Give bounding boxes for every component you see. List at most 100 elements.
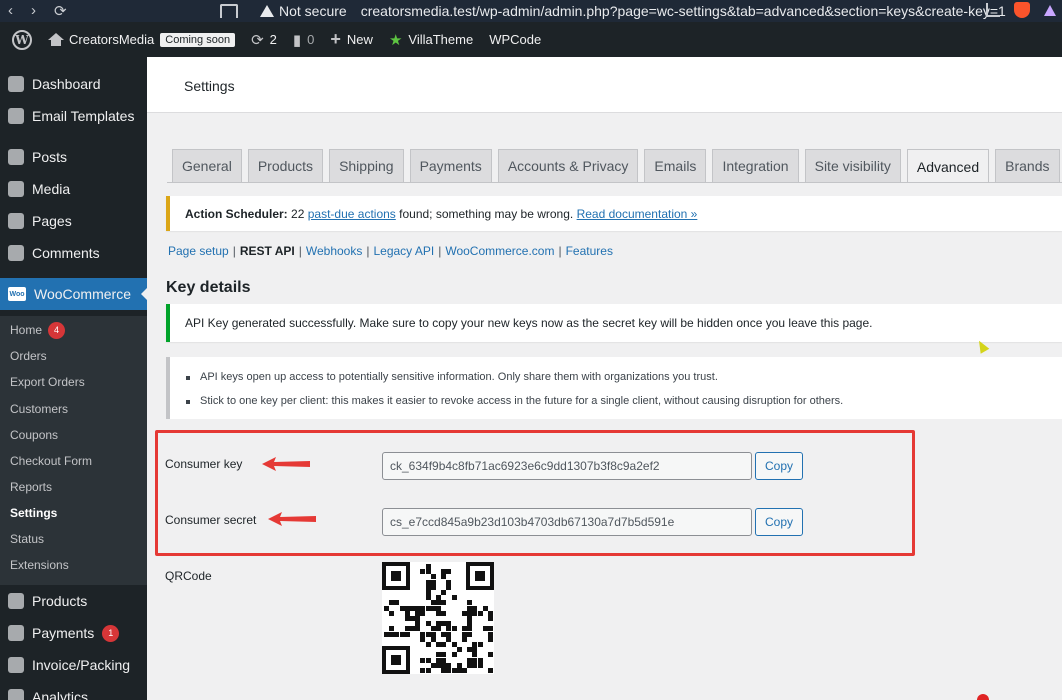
qr-module [488, 616, 493, 621]
sidebar-item-posts[interactable]: Posts [0, 141, 147, 173]
submenu-item-status[interactable]: Status [10, 526, 44, 552]
security-warning[interactable]: Not secure [260, 3, 347, 19]
share-icon[interactable] [986, 3, 1000, 17]
tab-products[interactable]: Products [247, 149, 324, 182]
new-content-menu[interactable]: + New [322, 22, 381, 57]
admin-sidebar: Dashboard Email Templates Posts Media Pa… [0, 57, 148, 700]
qr-module [425, 668, 431, 673]
qr-module [462, 636, 467, 642]
page-title: Settings [184, 78, 235, 94]
browser-nav: ‹ › ⟳ [0, 2, 90, 20]
arrow-annotation-icon [268, 512, 316, 526]
page-icon [8, 213, 24, 229]
dashboard-icon [8, 76, 24, 92]
subsection-page-setup[interactable]: Page setup [168, 244, 229, 258]
qr-finder [382, 562, 410, 590]
arrow-annotation-icon [262, 457, 310, 471]
qr-module [451, 595, 457, 601]
qr-finder [466, 562, 494, 590]
bookmark-icon[interactable] [220, 4, 238, 18]
tab-accounts-privacy[interactable]: Accounts & Privacy [497, 149, 639, 182]
record-indicator-icon [977, 694, 989, 700]
sidebar-item-woocommerce[interactable]: Woo WooCommerce [0, 278, 148, 310]
pin-icon [8, 149, 24, 165]
qr-module [456, 647, 462, 653]
subsection-rest-api[interactable]: REST API [240, 244, 295, 258]
settings-tabs: General Products Shipping Payments Accou… [172, 149, 1060, 183]
brave-shield-icon[interactable] [1014, 2, 1030, 18]
villatheme-menu[interactable]: ★ VillaTheme [381, 22, 481, 57]
main-content: Settings General Products Shipping Payme… [147, 57, 1062, 700]
past-due-actions-link[interactable]: past-due actions [308, 207, 396, 221]
address-bar[interactable]: creatorsmedia.test/wp-admin/admin.php?pa… [361, 3, 1006, 19]
wpcode-menu[interactable]: WPCode [481, 22, 549, 57]
dollar-icon [8, 625, 24, 641]
qr-module [488, 652, 493, 658]
sidebar-item-media[interactable]: Media [0, 173, 147, 205]
tab-general[interactable]: General [172, 149, 242, 182]
subsection-legacy-api[interactable]: Legacy API [373, 244, 434, 258]
tab-integration[interactable]: Integration [712, 149, 799, 182]
subsection-woocommerce-com[interactable]: WooCommerce.com [445, 244, 554, 258]
subsection-webhooks[interactable]: Webhooks [306, 244, 362, 258]
star-icon: ★ [388, 31, 403, 49]
notification-badge: 1 [102, 624, 120, 642]
sidebar-item-comments[interactable]: Comments [0, 237, 147, 269]
submenu-item-orders[interactable]: Orders [10, 343, 47, 369]
comment-icon [8, 245, 24, 261]
tab-payments[interactable]: Payments [409, 149, 492, 182]
submenu-item-checkout-form[interactable]: Checkout Form [10, 448, 92, 474]
subsection-nav: Page setup | REST API | Webhooks | Legac… [168, 244, 613, 258]
submenu-item-extensions[interactable]: Extensions [10, 552, 69, 578]
submenu-item-home[interactable]: Home 4 [10, 317, 66, 343]
wordpress-icon: W [12, 29, 32, 50]
reload-icon[interactable]: ⟳ [54, 2, 67, 20]
qr-module [462, 668, 467, 673]
page-header: Settings [147, 57, 1062, 113]
subsection-features[interactable]: Features [566, 244, 613, 258]
success-notice: API Key generated successfully. Make sur… [166, 304, 1062, 342]
tab-brands[interactable]: Brands [995, 149, 1060, 182]
wp-logo-menu[interactable]: W [0, 22, 40, 57]
tab-site-visibility[interactable]: Site visibility [804, 149, 901, 182]
submenu-item-export-orders[interactable]: Export Orders [10, 369, 85, 395]
chart-icon [8, 689, 24, 700]
tab-shipping[interactable]: Shipping [329, 149, 404, 182]
forward-icon[interactable]: › [31, 2, 36, 20]
qr-module [467, 631, 473, 637]
qr-module [441, 590, 447, 595]
sidebar-item-payments[interactable]: Payments 1 [0, 617, 147, 649]
tab-divider [167, 182, 1062, 183]
wp-admin-bar: W CreatorsMedia Coming soon ⟳ 2 ▮ 0 + Ne… [0, 22, 1062, 57]
sidebar-item-pages[interactable]: Pages [0, 205, 147, 237]
tab-emails[interactable]: Emails [644, 149, 707, 182]
updates-menu[interactable]: ⟳ 2 [243, 22, 285, 57]
sidebar-item-dashboard[interactable]: Dashboard [0, 68, 147, 100]
coming-soon-badge[interactable]: Coming soon [160, 32, 236, 47]
tab-advanced[interactable]: Advanced [906, 149, 990, 183]
sidebar-item-email-templates[interactable]: Email Templates [0, 100, 147, 132]
brave-rewards-icon[interactable] [1044, 4, 1056, 16]
site-name-menu[interactable]: CreatorsMedia Coming soon [40, 22, 243, 57]
archive-icon [8, 593, 24, 609]
sidebar-item-invoice-packing[interactable]: Invoice/Packing [0, 649, 147, 681]
sidebar-item-products[interactable]: Products [0, 585, 147, 617]
submenu-item-customers[interactable]: Customers [10, 396, 68, 422]
warning-icon [260, 5, 274, 17]
media-icon [8, 181, 24, 197]
woocommerce-icon: Woo [8, 287, 26, 301]
sidebar-item-analytics[interactable]: Analytics [0, 681, 147, 700]
qr-module [420, 610, 426, 616]
back-icon[interactable]: ‹ [8, 2, 13, 20]
qr-module [446, 584, 452, 590]
read-documentation-link[interactable]: Read documentation » [577, 207, 698, 221]
comment-icon: ▮ [292, 31, 302, 49]
comments-menu[interactable]: ▮ 0 [285, 22, 323, 57]
key-details-heading: Key details [166, 279, 251, 296]
qr-finder [382, 646, 410, 674]
qrcode-image [382, 562, 494, 674]
api-key-info: API keys open up access to potentially s… [166, 357, 1062, 419]
submenu-item-coupons[interactable]: Coupons [10, 422, 58, 448]
submenu-item-settings[interactable]: Settings [10, 500, 57, 526]
submenu-item-reports[interactable]: Reports [10, 474, 52, 500]
